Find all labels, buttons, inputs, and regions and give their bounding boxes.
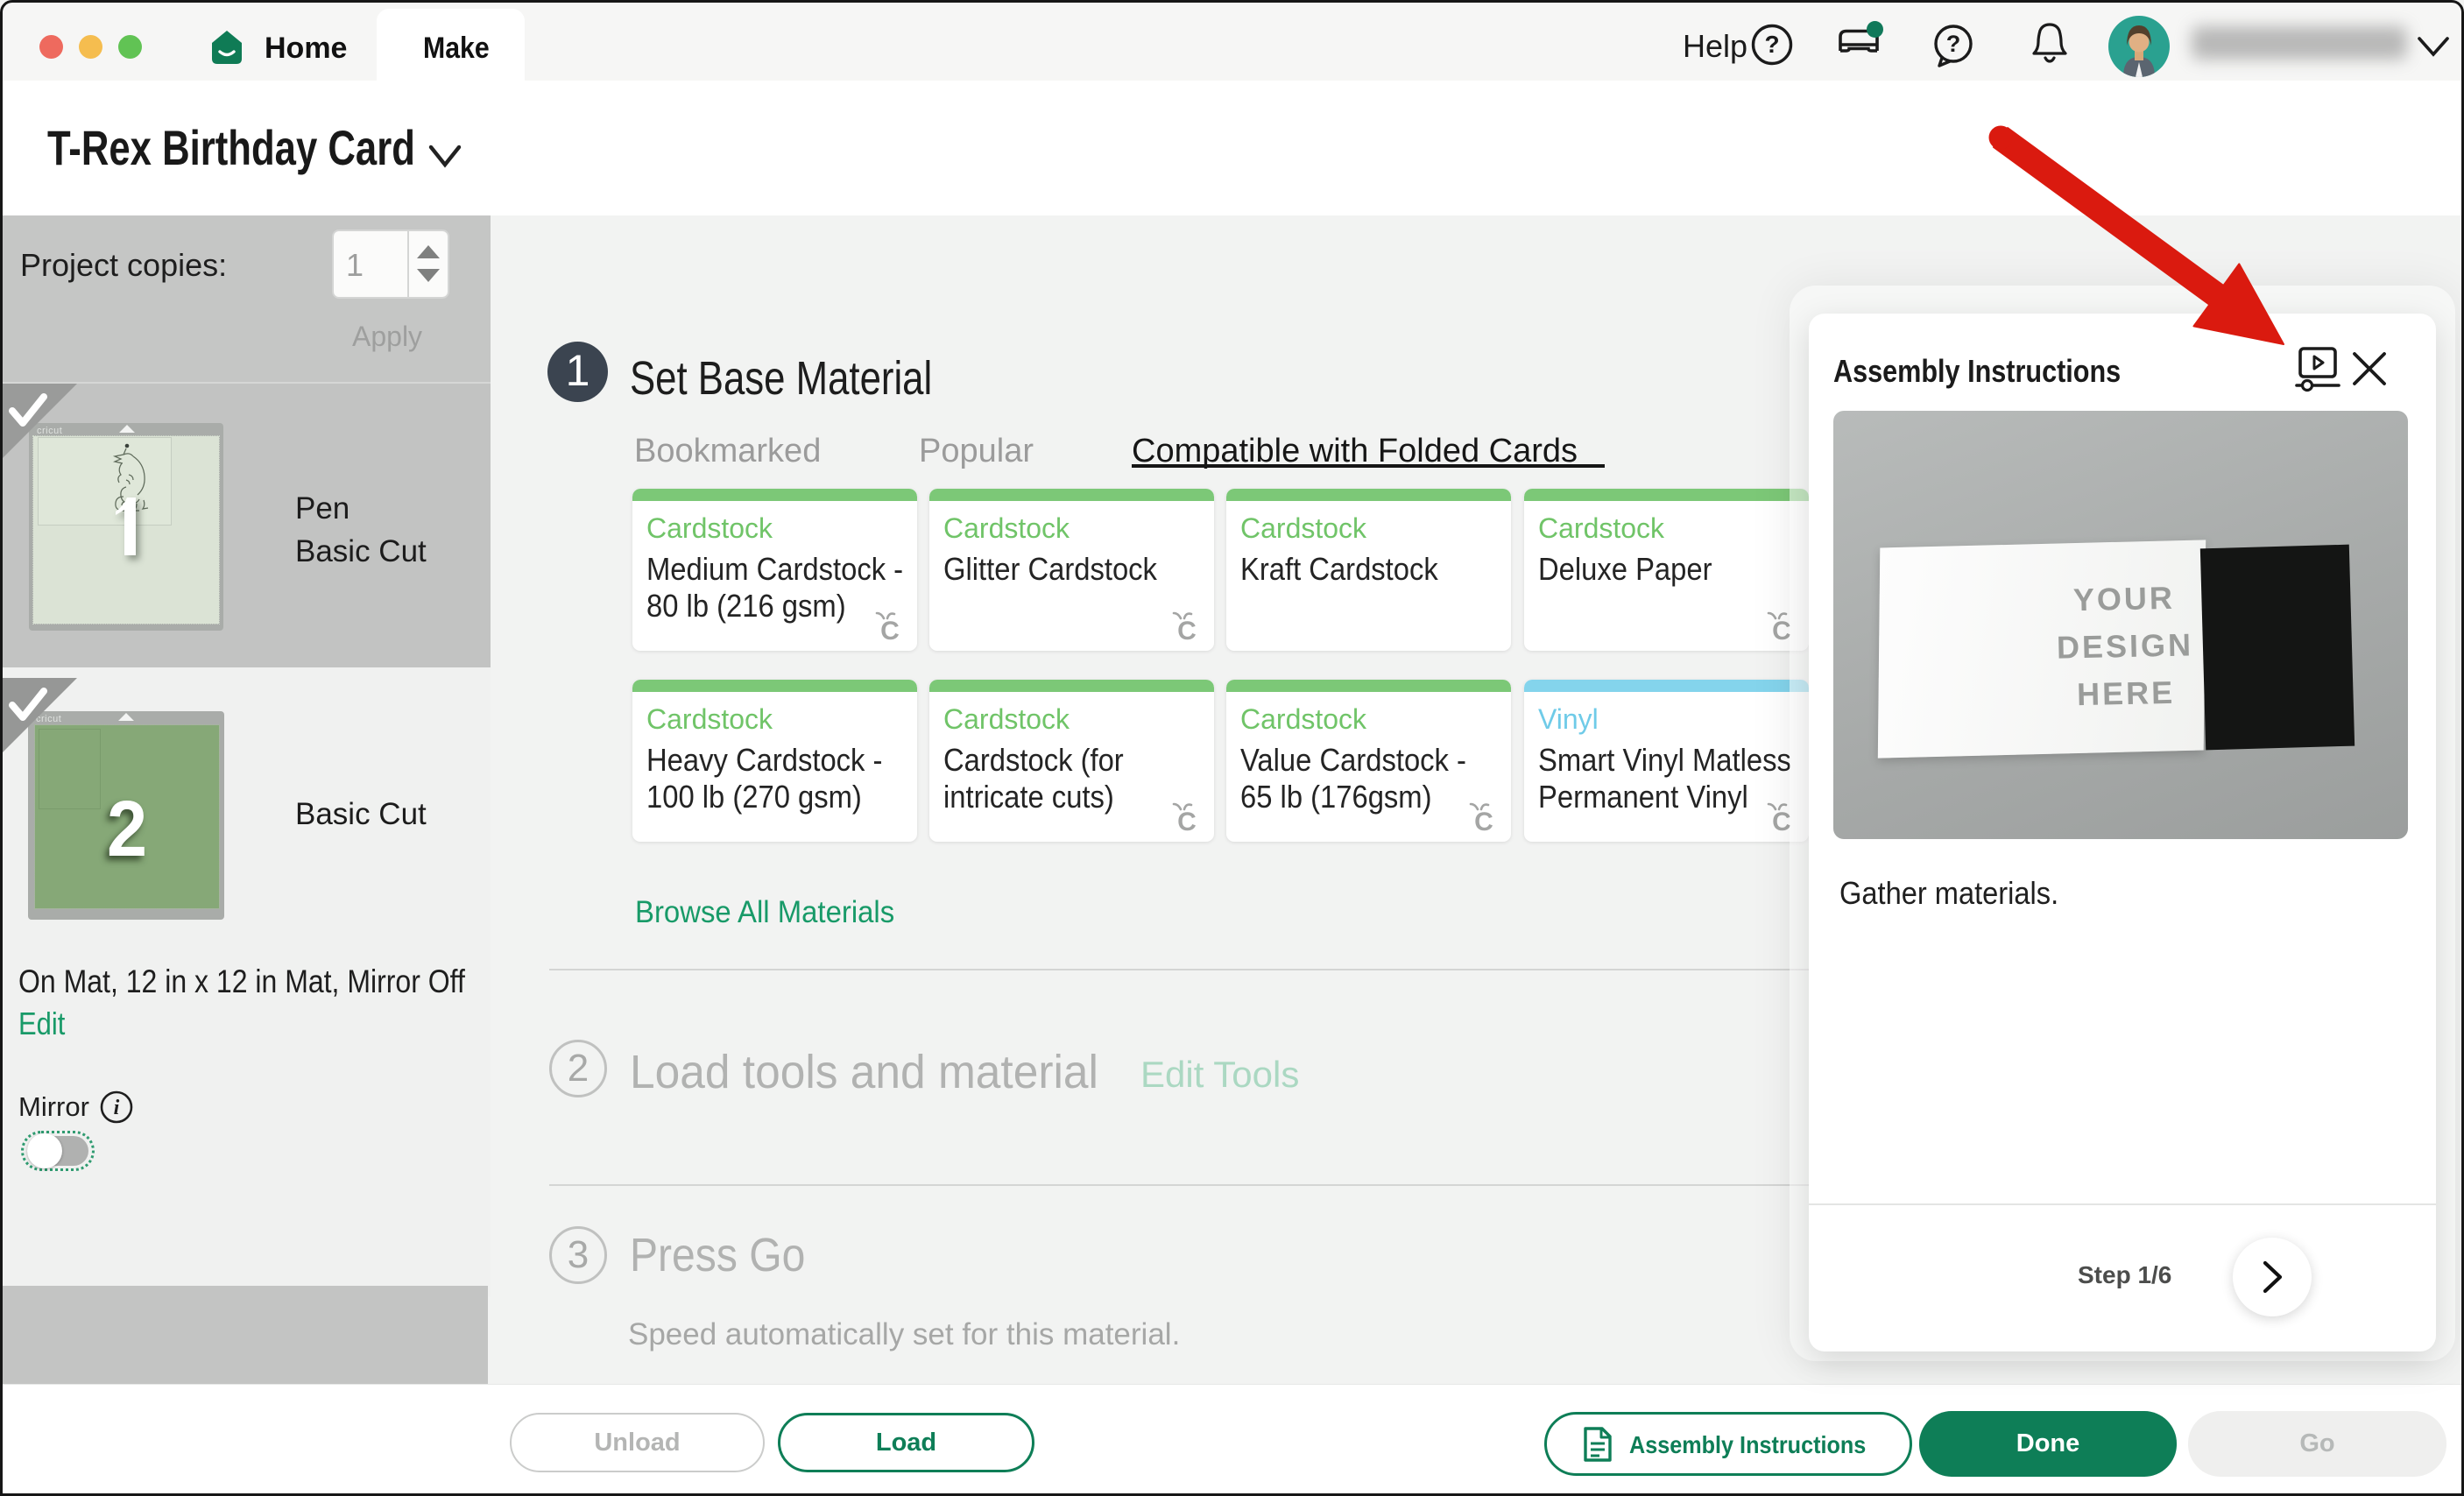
svg-text:C: C: [1177, 808, 1197, 833]
svg-text:C: C: [1177, 617, 1197, 642]
svg-text:i: i: [114, 1097, 120, 1119]
svg-text:C: C: [1474, 808, 1493, 833]
svg-text:?: ?: [1946, 31, 1961, 57]
svg-text:?: ?: [1764, 31, 1779, 58]
svg-text:C: C: [1772, 617, 1791, 642]
svg-text:C: C: [1772, 808, 1791, 833]
svg-text:C: C: [880, 617, 900, 642]
